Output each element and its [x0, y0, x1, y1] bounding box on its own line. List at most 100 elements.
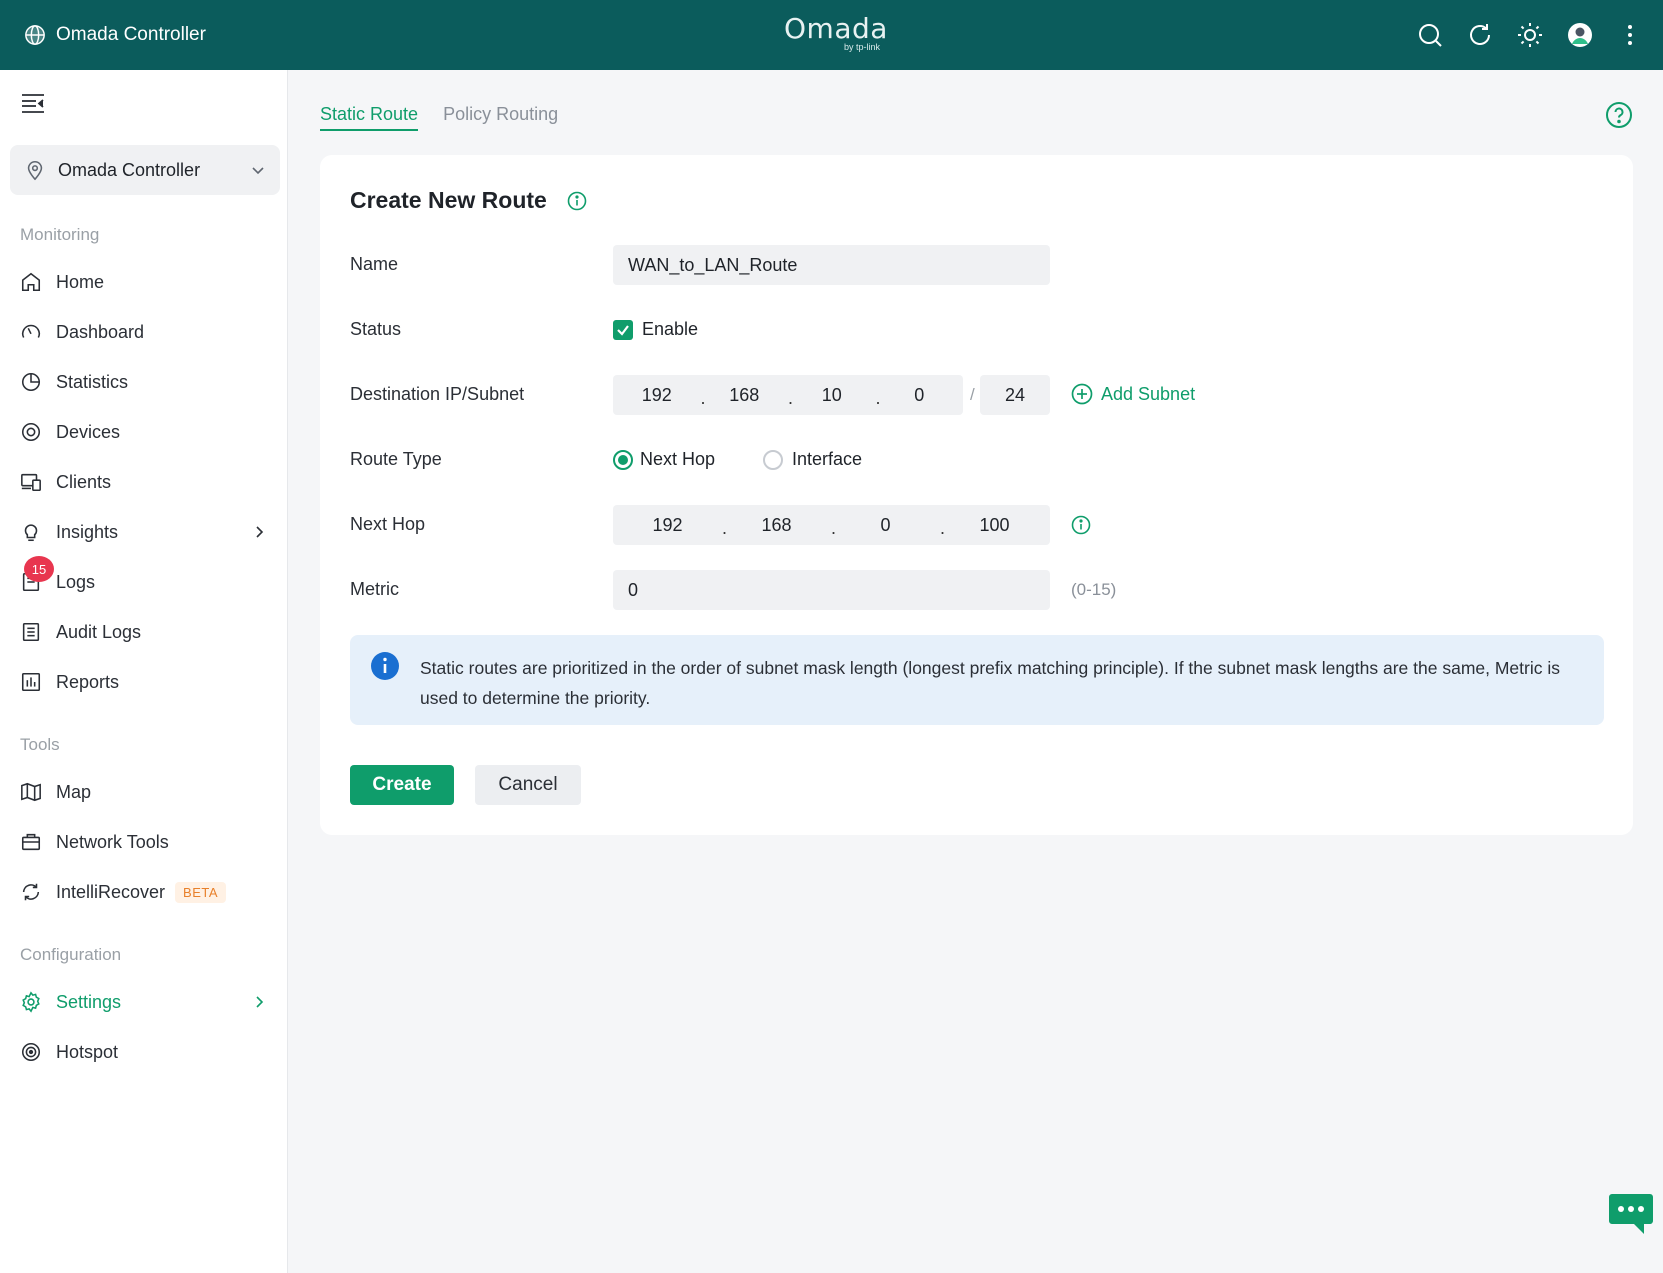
sidebar-item-label: Map [56, 781, 92, 802]
collapse-menu-icon[interactable] [20, 90, 46, 116]
clients-icon [21, 473, 41, 492]
destination-label: Destination IP/Subnet [350, 384, 525, 404]
brand[interactable]: Omada Controller [24, 0, 206, 70]
bar-chart-icon [21, 672, 41, 692]
map-icon [21, 782, 41, 802]
subnet-mask-field[interactable]: 24 [980, 375, 1050, 415]
metric-field[interactable]: 0 [613, 570, 1050, 610]
toolbox-icon [21, 833, 41, 851]
ip-octet: 10 [821, 384, 842, 405]
home-icon [21, 272, 41, 292]
mask-separator: / [970, 385, 975, 404]
sidebar-item-label: Devices [56, 421, 121, 442]
sidebar-item-reports[interactable]: Reports [20, 662, 278, 702]
enable-label: Enable [642, 319, 699, 339]
sidebar-item-label: Statistics [56, 371, 129, 392]
dashboard-icon [21, 324, 41, 338]
ip-octet: 0 [914, 384, 925, 405]
sidebar-item-label: Hotspot [56, 1041, 119, 1062]
chevron-right-icon [256, 526, 264, 538]
sidebar-item-home[interactable]: Home [20, 262, 278, 302]
form-title: Create New Route [350, 187, 587, 214]
sidebar-item-intellirecover[interactable]: IntelliRecover BETA [20, 872, 278, 912]
more-icon[interactable] [1617, 22, 1643, 48]
sidebar-item-label: IntelliRecover [56, 881, 166, 902]
tab-static-route[interactable]: Static Route [320, 104, 419, 131]
gear-icon [22, 991, 40, 1013]
lightbulb-icon [24, 524, 38, 542]
sidebar-item-logs[interactable]: 15 Logs [20, 556, 278, 602]
enable-checkbox[interactable] [613, 320, 633, 340]
location-pin-icon [27, 160, 43, 181]
theme-icon[interactable] [1517, 22, 1543, 48]
sidebar-item-devices[interactable]: Devices [20, 412, 278, 452]
ip-octet: 192 [652, 514, 683, 535]
help-icon[interactable] [1605, 101, 1633, 129]
next-hop-field[interactable]: 192 . 168 . 0 . 100 [613, 505, 1050, 545]
sidebar-item-label: Settings [56, 991, 122, 1012]
devices-icon [21, 422, 41, 442]
radio-interface[interactable] [763, 450, 783, 470]
radio-interface-label: Interface [792, 449, 863, 469]
info-filled-icon [371, 652, 399, 680]
sidebar-item-statistics[interactable]: Statistics [20, 362, 278, 402]
sidebar: Omada Controller Monitoring Home Dashboa… [0, 70, 288, 1273]
form-title-text: Create New Route [350, 187, 547, 213]
info-text: Static routes are prioritized in the ord… [420, 658, 1560, 708]
logs-badge: 15 [24, 556, 54, 582]
chat-icon[interactable] [1608, 1192, 1654, 1236]
sidebar-item-audit-logs[interactable]: Audit Logs [20, 612, 278, 652]
plus-circle-icon [1071, 383, 1093, 405]
omada-logo: Omada by tp-link [784, 12, 888, 53]
chevron-down-icon [252, 167, 264, 175]
status-label: Status [350, 319, 402, 339]
name-field[interactable]: WAN_to_LAN_Route [613, 245, 1050, 285]
info-icon[interactable] [1071, 515, 1091, 535]
sidebar-item-dashboard[interactable]: Dashboard [20, 312, 278, 352]
metric-label: Metric [350, 579, 399, 599]
ip-octet: 168 [761, 514, 792, 535]
info-icon[interactable] [567, 191, 587, 211]
globe-icon [25, 25, 45, 45]
sidebar-item-label: Logs [56, 571, 96, 592]
logo-text: Omada [784, 12, 888, 45]
route-type-label: Route Type [350, 449, 442, 469]
sidebar-item-settings[interactable]: Settings [20, 982, 278, 1022]
create-route-card: Create New Route Name WAN_to_LAN_Route S… [320, 155, 1633, 835]
search-icon[interactable] [1417, 22, 1443, 48]
recover-icon [22, 883, 40, 901]
sidebar-item-label: Home [56, 271, 105, 292]
sidebar-item-label: Clients [56, 471, 112, 492]
next-hop-label: Next Hop [350, 514, 426, 534]
create-button[interactable]: Create [350, 765, 454, 805]
sidebar-item-clients[interactable]: Clients [20, 462, 278, 502]
sidebar-item-label: Dashboard [56, 321, 145, 342]
sidebar-item-label: Insights [56, 521, 119, 542]
ip-octet: 100 [979, 514, 1010, 535]
sidebar-item-insights[interactable]: Insights [20, 512, 278, 552]
radio-next-hop[interactable] [613, 450, 633, 470]
section-monitoring: Monitoring [20, 225, 100, 244]
sidebar-item-network-tools[interactable]: Network Tools [20, 822, 278, 862]
sidebar-item-map[interactable]: Map [20, 772, 278, 812]
add-subnet-label: Add Subnet [1101, 383, 1196, 404]
radio-next-hop-label: Next Hop [640, 449, 716, 469]
info-banner: Static routes are prioritized in the ord… [350, 635, 1604, 725]
ip-octet: 168 [729, 384, 760, 405]
hotspot-icon [21, 1042, 41, 1062]
name-label: Name [350, 254, 399, 274]
sidebar-item-label: Network Tools [56, 831, 169, 852]
metric-range-hint: (0-15) [1071, 580, 1117, 599]
top-bar: Omada Controller Omada by tp-link [0, 0, 1663, 70]
site-selector[interactable]: Omada Controller [10, 145, 280, 195]
destination-ip-field[interactable]: 192 . 168 . 10 . 0 [613, 375, 963, 415]
ip-octet: 0 [880, 514, 891, 535]
checkmark-icon [617, 325, 629, 336]
refresh-icon[interactable] [1467, 22, 1493, 48]
tab-policy-routing[interactable]: Policy Routing [443, 104, 558, 131]
sidebar-item-hotspot[interactable]: Hotspot [20, 1032, 278, 1072]
avatar[interactable] [1567, 22, 1593, 48]
cancel-button[interactable]: Cancel [475, 765, 581, 805]
add-subnet-button[interactable]: Add Subnet [1071, 383, 1195, 405]
beta-badge: BETA [175, 881, 227, 903]
